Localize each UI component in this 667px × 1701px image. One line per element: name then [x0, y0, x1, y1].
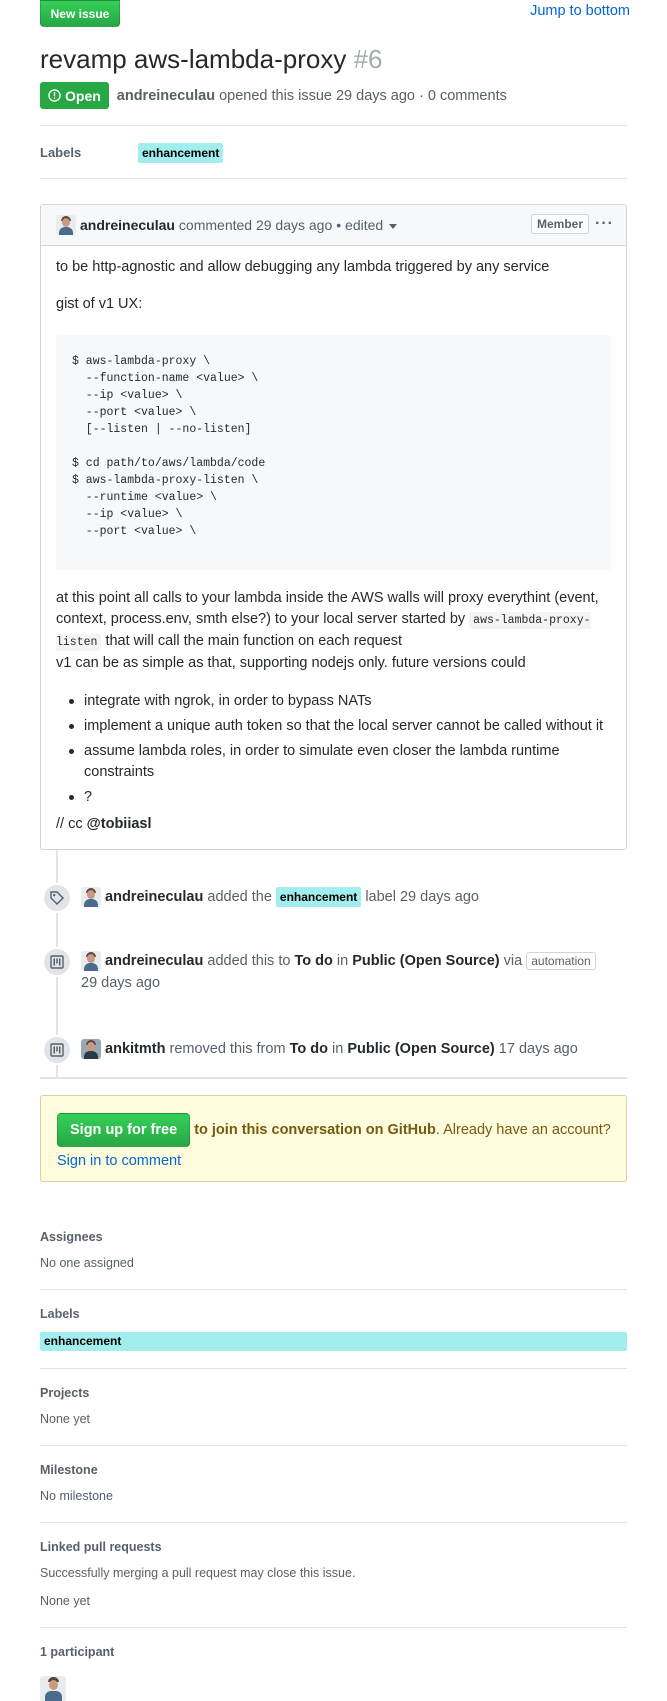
project-icon	[50, 1043, 64, 1057]
comment-paragraph: at this point all calls to your lambda i…	[56, 588, 616, 653]
member-badge: Member	[530, 214, 589, 234]
event-user[interactable]: andreineculau	[105, 953, 203, 969]
issue-meta-text: opened this issue 29 days ago · 0 commen…	[219, 87, 507, 104]
labels-row-enhancement[interactable]: enhancement	[138, 143, 224, 163]
timeline-event-removed-from-project: ankitmth removed this from To do in Publ…	[81, 1038, 578, 1060]
divider	[40, 1445, 627, 1446]
event-text: in	[336, 953, 349, 969]
comment-header: andreineculau commented 29 days ago • ed…	[41, 205, 626, 246]
divider	[40, 125, 627, 126]
project-icon	[50, 955, 64, 969]
event-text: added the	[207, 889, 272, 905]
avatar[interactable]	[81, 1039, 101, 1060]
comment-paragraph: to be http-agnostic and allow debugging …	[56, 259, 550, 275]
comment-meta[interactable]: commented 29 days ago	[179, 217, 332, 233]
list-item: implement a unique auth token so that th…	[56, 716, 616, 737]
list-item: assume lambda roles, in order to simulat…	[56, 741, 616, 783]
signin-link[interactable]: Sign in to comment	[57, 1153, 181, 1169]
list-item: ?	[56, 787, 616, 808]
code-block: $ aws-lambda-proxy \ --function-name <va…	[56, 335, 611, 570]
issue-title-text: revamp aws-lambda-proxy	[40, 44, 347, 74]
participant-avatar[interactable]	[40, 1676, 66, 1701]
event-text: removed this from	[169, 1041, 286, 1057]
event-label-enhancement[interactable]: enhancement	[275, 887, 362, 907]
status-label: Open	[65, 87, 101, 104]
timeline-event-labeled: andreineculau added the enhancement labe…	[81, 886, 479, 908]
automation-badge: automation	[526, 952, 596, 970]
timeline-event-added-to-project: andreineculau added this to To do in Pub…	[81, 950, 601, 994]
status-badge: Open	[40, 82, 109, 109]
assignees-heading: Assignees	[40, 1230, 103, 1244]
issue-meta-row: Open andreineculau opened this issue 29 …	[40, 82, 507, 109]
comment-paragraph: gist of v1 UX:	[56, 296, 143, 312]
divider	[40, 1077, 627, 1079]
comment-author[interactable]: andreineculau	[80, 217, 175, 233]
edited-label: • edited	[336, 217, 384, 233]
project-column: To do	[289, 1041, 328, 1057]
timeline-badge	[42, 947, 72, 977]
event-text: in	[331, 1041, 344, 1057]
signup-text: . Already have an account?	[435, 1121, 611, 1138]
linked-prs-description: Successfully merging a pull request may …	[40, 1566, 356, 1580]
event-user[interactable]: andreineculau	[105, 889, 203, 905]
signup-button[interactable]: Sign up for free	[57, 1113, 191, 1147]
comment-paragraph: v1 can be as simple as that, supporting …	[56, 655, 526, 671]
issue-title: revamp aws-lambda-proxy #6	[40, 44, 382, 75]
projects-heading: Projects	[40, 1386, 90, 1400]
paragraph-text: that will call the main function on each…	[105, 633, 403, 649]
avatar[interactable]	[81, 887, 101, 908]
timeline-badge	[42, 883, 72, 913]
project-name-link[interactable]: Public (Open Source)	[352, 953, 499, 969]
kebab-menu-icon[interactable]: ···	[595, 215, 614, 233]
chevron-down-icon	[389, 223, 398, 229]
projects-value: None yet	[40, 1412, 91, 1426]
timeline-badge	[42, 1035, 72, 1065]
issue-number: #6	[353, 44, 383, 74]
cc-line: // cc @tobiiasl	[56, 814, 152, 835]
event-text: label 29 days ago	[365, 889, 479, 905]
issue-author-link[interactable]: andreineculau	[117, 88, 215, 104]
event-time[interactable]: 29 days ago	[81, 975, 160, 991]
list-item: integrate with ngrok, in order to bypass…	[56, 691, 616, 712]
avatar[interactable]	[56, 215, 76, 235]
issue-opened-icon	[48, 89, 61, 102]
milestone-value: No milestone	[40, 1489, 113, 1503]
sidebar-label-text: enhancement	[44, 1334, 122, 1348]
tag-icon	[50, 891, 64, 905]
event-user[interactable]: ankitmth	[105, 1041, 165, 1057]
mention-link[interactable]: @tobiiasl	[87, 816, 152, 832]
signup-prompt: Sign up for free to join this conversati…	[40, 1095, 627, 1182]
linked-prs-heading: Linked pull requests	[40, 1540, 162, 1554]
divider	[40, 1368, 627, 1369]
new-issue-button[interactable]: New issue	[40, 0, 120, 27]
event-time[interactable]: 17 days ago	[499, 1041, 578, 1057]
project-name-link[interactable]: Public (Open Source)	[347, 1041, 494, 1057]
avatar[interactable]	[81, 951, 101, 972]
signup-line: Sign up for free to join this conversati…	[57, 1113, 612, 1175]
linked-prs-value: None yet	[40, 1594, 91, 1608]
signup-text-bold: to join this conversation on GitHub	[194, 1121, 436, 1138]
cc-prefix: // cc	[56, 816, 83, 832]
divider	[40, 178, 627, 179]
labels-heading: Labels	[40, 1307, 80, 1321]
feature-list: integrate with ngrok, in order to bypass…	[56, 691, 616, 812]
sidebar-label-enhancement[interactable]: enhancement	[40, 1332, 627, 1351]
milestone-heading: Milestone	[40, 1463, 98, 1477]
event-text: via	[503, 953, 523, 969]
assignees-value: No one assigned	[40, 1256, 134, 1270]
divider	[40, 1289, 627, 1290]
event-text: added this to	[207, 953, 291, 969]
issue-comment: andreineculau commented 29 days ago • ed…	[40, 204, 627, 850]
jump-to-bottom-link[interactable]: Jump to bottom	[530, 3, 630, 19]
edited-dropdown[interactable]: • edited	[336, 217, 398, 233]
divider	[40, 1627, 627, 1628]
project-column: To do	[294, 953, 333, 969]
participants-heading: 1 participant	[40, 1645, 115, 1659]
labels-row-heading: Labels	[40, 145, 82, 160]
divider	[40, 1522, 627, 1523]
